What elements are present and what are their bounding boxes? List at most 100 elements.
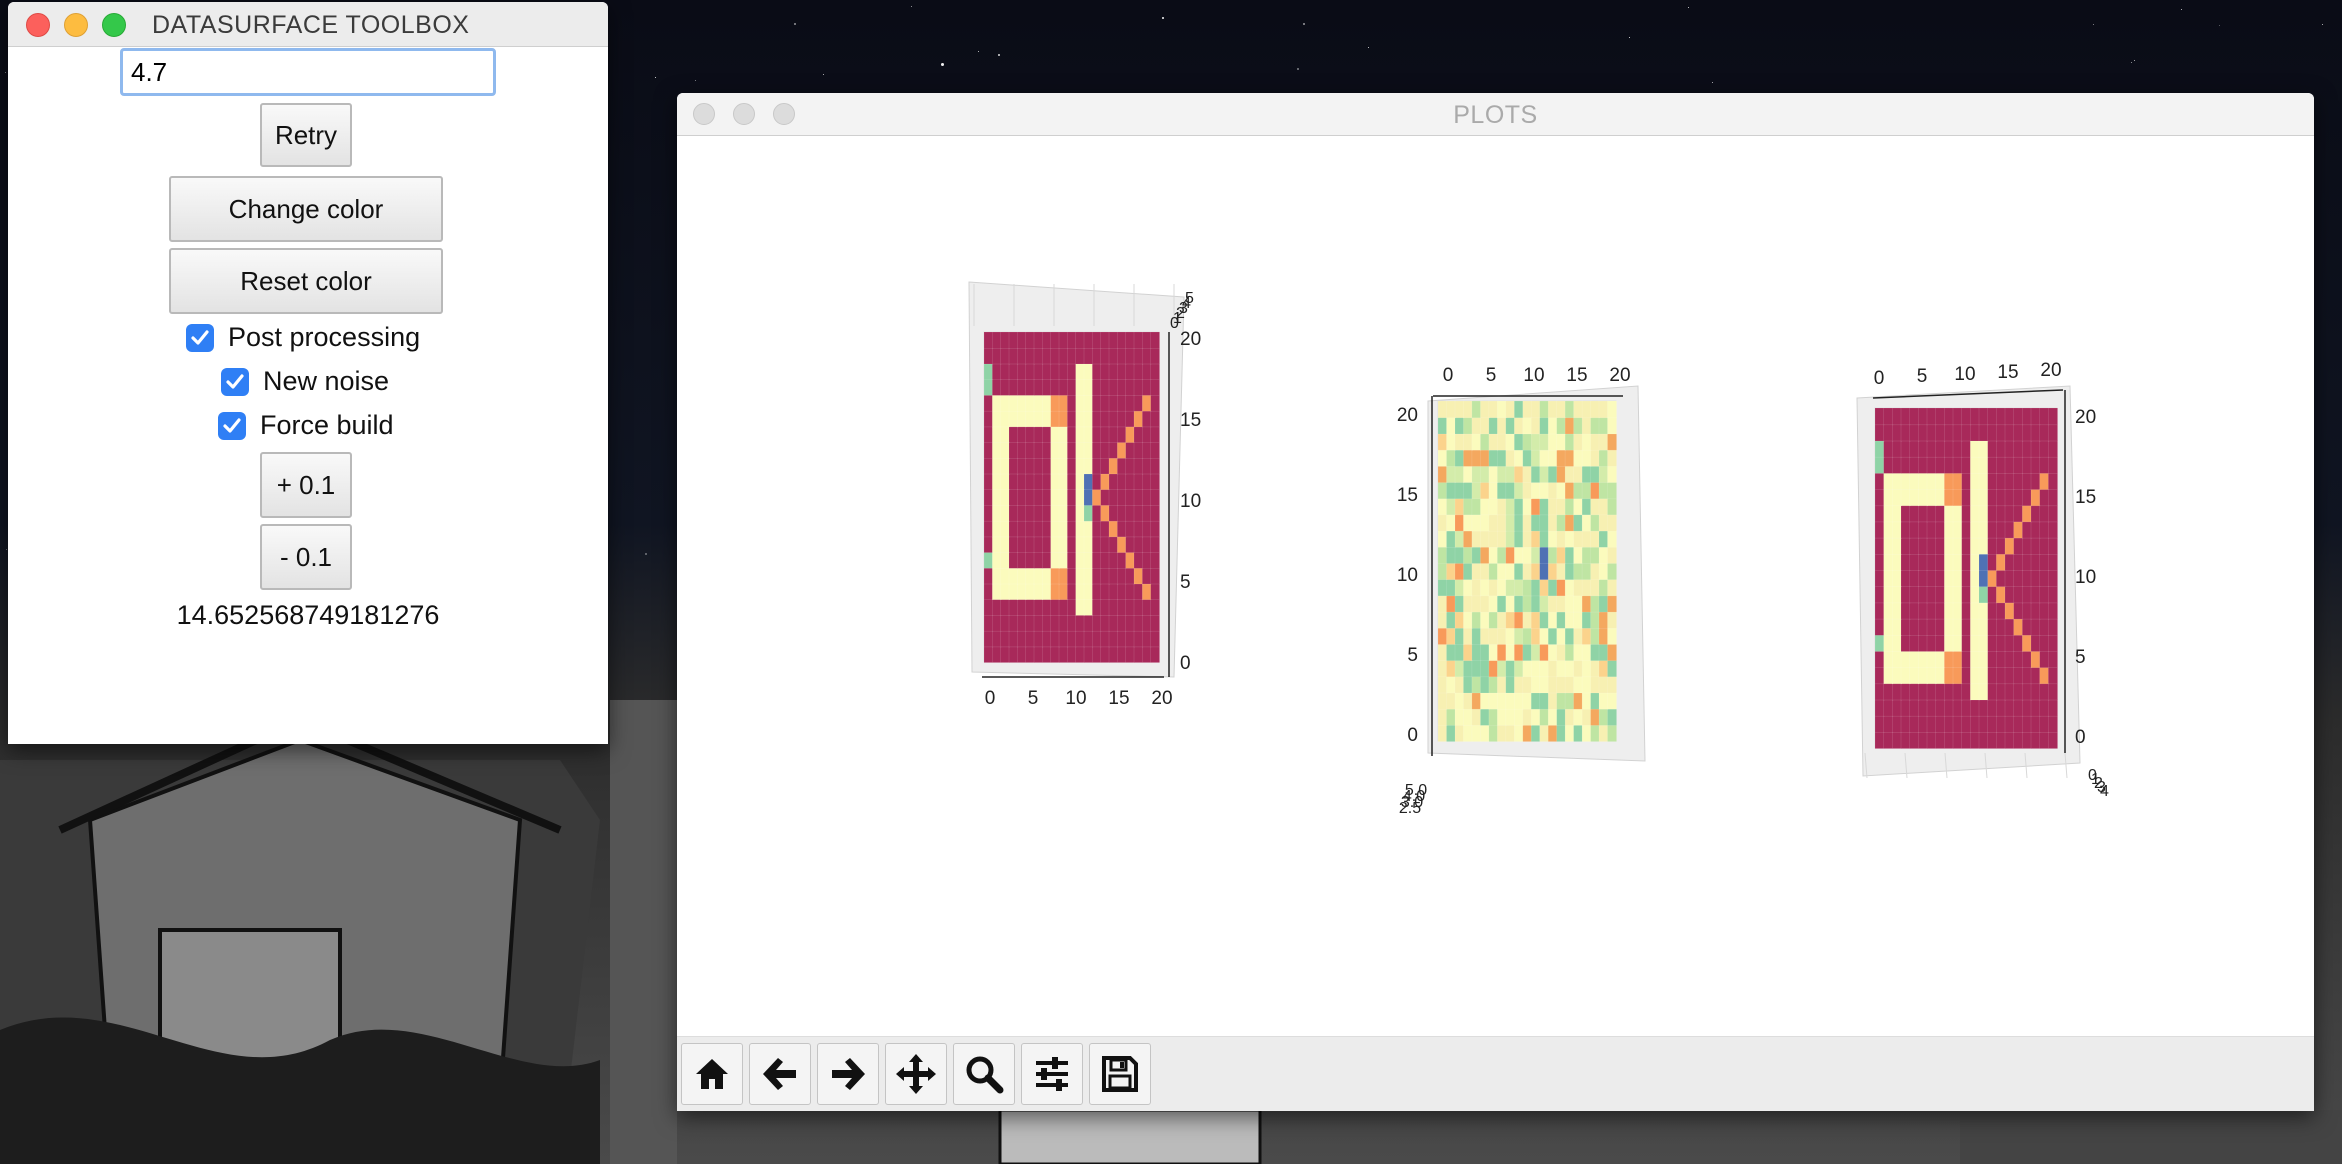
plot3-cell <box>1987 715 1998 733</box>
move-icon <box>896 1054 936 1094</box>
plot2-cell <box>1530 659 1541 678</box>
close-window-button[interactable] <box>26 13 50 37</box>
plot3-cell <box>2030 618 2041 636</box>
plot3-cell <box>2039 715 2050 733</box>
plot2-cell <box>1547 481 1558 500</box>
plot2-cell <box>1437 708 1448 726</box>
plot3-cell <box>1935 407 1946 426</box>
save-button[interactable] <box>1089 1043 1151 1105</box>
plots-window: PLOTS 0 5 10 15 20 0 5 10 15 20 0 1 2 3 4 5 0 5 10 15 20 0 5 10… <box>677 93 2314 1111</box>
plot1-cell <box>1083 551 1094 569</box>
plot1-cell <box>1083 441 1094 459</box>
plot2-cell <box>1488 659 1499 678</box>
plot1-cell <box>1100 520 1110 538</box>
increment-button[interactable]: + 0.1 <box>260 452 352 518</box>
plot2-cell <box>1463 643 1473 661</box>
zoom-window-button[interactable] <box>102 13 126 37</box>
plot3-cell <box>1987 666 1998 685</box>
plot2-cell <box>1590 562 1600 580</box>
plot2-cell <box>1522 675 1533 694</box>
plot3-cell <box>1883 472 1894 490</box>
plot1-cell <box>991 614 1002 632</box>
plot3-cell <box>1900 553 1911 571</box>
plot1-cell <box>1091 394 1102 412</box>
force-build-checkbox[interactable]: Force build <box>218 410 394 441</box>
plot2-cell <box>1556 530 1567 548</box>
plot2-cell <box>1454 497 1465 516</box>
plot2-cell <box>1564 400 1575 419</box>
change-color-button[interactable]: Change color <box>169 176 443 242</box>
plot3-cell <box>1944 440 1954 458</box>
plot1-cell <box>1058 363 1069 380</box>
plot2-cell <box>1556 724 1567 742</box>
toolbox-titlebar[interactable]: DATASURFACE TOOLBOX <box>8 2 608 47</box>
plot2-cell <box>1564 497 1575 516</box>
plot3-cell <box>1978 601 1989 620</box>
zoom-button[interactable] <box>953 1043 1015 1105</box>
plot2-cell <box>1530 675 1541 694</box>
reset-color-button[interactable]: Reset color <box>169 248 443 314</box>
plot3-cell <box>1900 731 1911 749</box>
toolbox-window: DATASURFACE TOOLBOX Retry Change color R… <box>8 2 608 744</box>
plot1-cell <box>1125 520 1135 538</box>
plot2-cell <box>1573 416 1583 435</box>
plot2-cell <box>1590 449 1600 467</box>
plot1-cell <box>1058 551 1069 569</box>
plot3-cell <box>1900 699 1911 717</box>
plot1-cell <box>991 410 1002 428</box>
retry-button[interactable]: Retry <box>260 103 352 167</box>
configure-subplots-button[interactable] <box>1021 1043 1083 1105</box>
figure-canvas[interactable]: 0 5 10 15 20051015200123450 5 10 15 20051015202.… <box>677 136 2314 1034</box>
plot2-cell <box>1480 465 1490 483</box>
plot2-cell <box>1446 578 1456 597</box>
plot1-cell <box>1125 583 1135 600</box>
plots-titlebar[interactable]: PLOTS <box>677 93 2314 136</box>
plot2-cell <box>1446 400 1456 419</box>
plot1-cell <box>1133 551 1144 569</box>
forward-button[interactable] <box>817 1043 879 1105</box>
plot2-cell <box>1496 659 1507 678</box>
plot1-cell <box>1083 614 1094 632</box>
plot2-cell <box>1505 708 1516 726</box>
plot2-cell <box>1454 513 1465 532</box>
home-button[interactable] <box>681 1043 743 1105</box>
post-processing-checkbox[interactable]: Post processing <box>186 322 420 353</box>
plot3-cell <box>1952 504 1963 523</box>
plot1-cell <box>1008 363 1019 380</box>
plot3-cell <box>2048 650 2058 669</box>
plot3-cell <box>1944 569 1954 587</box>
plot1-cell <box>1100 614 1110 632</box>
pan-button[interactable] <box>885 1043 947 1105</box>
plot2-cell <box>1522 449 1533 467</box>
plot1-cell <box>1083 567 1094 585</box>
plot1-cell <box>1150 645 1160 663</box>
decrement-button[interactable]: - 0.1 <box>260 524 352 590</box>
plot1-cell <box>1000 567 1010 585</box>
plot3-cell <box>1996 585 2006 604</box>
plot3-cell <box>1909 650 1920 669</box>
plot2-cell <box>1496 465 1507 483</box>
value-input[interactable] <box>120 48 496 96</box>
plot1-cell <box>1066 630 1077 648</box>
plot1-cell <box>1091 630 1102 648</box>
plot3-cell <box>1970 650 1980 669</box>
plot2-cell <box>1480 659 1490 678</box>
back-button[interactable] <box>749 1043 811 1105</box>
plot2-cell <box>1480 546 1490 564</box>
plot3-cell <box>1883 440 1894 458</box>
plot2-cell <box>1446 659 1456 678</box>
plot3-cell <box>2013 601 2024 620</box>
plot1-cell <box>1083 598 1094 616</box>
plot1-cell <box>1033 441 1044 459</box>
plot2-cell <box>1454 433 1465 451</box>
new-noise-checkbox[interactable]: New noise <box>221 366 389 397</box>
post-processing-label: Post processing <box>228 322 421 352</box>
plot2-cell <box>1513 465 1524 483</box>
plot2-cell <box>1556 465 1567 483</box>
plot1-cell <box>1000 457 1010 475</box>
plot2-cell <box>1496 497 1507 516</box>
minimize-window-button[interactable] <box>64 13 88 37</box>
plot1-cell <box>983 567 994 585</box>
plot1-cell <box>1016 488 1027 506</box>
plot1-cell <box>1016 583 1027 600</box>
